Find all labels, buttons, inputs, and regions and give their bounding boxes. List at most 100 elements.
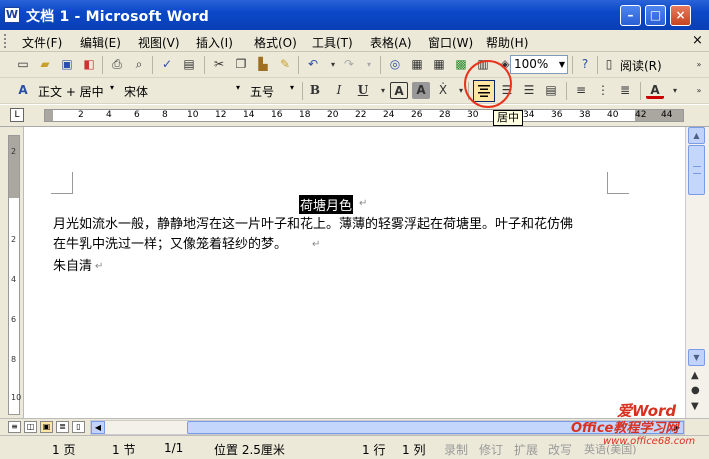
print-icon[interactable]: ⎙ bbox=[108, 56, 126, 73]
web-view-icon[interactable]: ◫ bbox=[24, 421, 37, 433]
format-painter-icon[interactable]: ✎ bbox=[276, 56, 294, 73]
vertical-ruler[interactable]: 2 2 4 6 8 10 bbox=[0, 127, 24, 420]
menu-tools[interactable]: 工具(T) bbox=[312, 34, 353, 51]
char-scale-icon[interactable]: Ẋ bbox=[434, 82, 452, 99]
bullets-icon[interactable]: ≣ bbox=[616, 82, 634, 99]
hyperlink-icon[interactable]: ◎ bbox=[386, 56, 404, 73]
font-select[interactable]: 宋体 bbox=[124, 83, 234, 100]
tab-selector[interactable]: L bbox=[10, 108, 24, 122]
tables-borders-icon[interactable]: ▦ bbox=[408, 56, 426, 73]
char-shading-button[interactable]: A bbox=[412, 82, 430, 99]
font-size-select[interactable]: 五号 bbox=[250, 83, 290, 100]
redo-icon[interactable]: ↷ bbox=[340, 56, 358, 73]
print-preview-icon[interactable]: ⌕ bbox=[130, 56, 148, 73]
font-color-dropdown-icon[interactable]: ▾ bbox=[666, 82, 684, 99]
paragraph-line-1[interactable]: 月光如流水一般，静静地泻在这一片叶子和花上。薄薄的轻雾浮起在荷塘里。叶子和花仿佛 bbox=[53, 215, 573, 235]
ruler-tick: 10 bbox=[187, 110, 199, 120]
vruler-tick: 10 bbox=[11, 393, 22, 402]
ruler-tick: 42 bbox=[635, 110, 647, 120]
ruler-tick: 40 bbox=[607, 110, 619, 120]
italic-button[interactable]: I bbox=[330, 82, 348, 99]
standard-toolbar: ▭ ▰ ▣ ◧ ⎙ ⌕ ✓ ▤ ✂ ❐ ▙ ✎ ↶ ▾ ↷ ▾ ◎ ▦ ▦ ▩ … bbox=[0, 52, 709, 78]
status-track[interactable]: 修订 bbox=[479, 441, 503, 458]
paragraph-mark: ↵ bbox=[95, 261, 104, 272]
scroll-left-icon[interactable]: ◀ bbox=[91, 421, 105, 434]
toolbar-options-icon[interactable]: » bbox=[690, 82, 708, 99]
status-extend[interactable]: 扩展 bbox=[514, 441, 538, 458]
close-document-button[interactable]: × bbox=[692, 33, 703, 48]
permission-icon[interactable]: ◧ bbox=[80, 56, 98, 73]
reading-view-icon[interactable]: ▯ bbox=[72, 421, 85, 433]
ruler-tick: 14 bbox=[243, 110, 255, 120]
toolbar-options-icon[interactable]: » bbox=[690, 56, 708, 73]
cut-icon[interactable]: ✂ bbox=[210, 56, 228, 73]
ruler-tick: 26 bbox=[411, 110, 423, 120]
paste-icon[interactable]: ▙ bbox=[254, 56, 272, 73]
minimize-button[interactable]: – bbox=[620, 5, 641, 26]
menu-edit[interactable]: 编辑(E) bbox=[80, 34, 121, 51]
zoom-select[interactable]: 100% ▼ bbox=[510, 55, 568, 74]
redo-dropdown-icon[interactable]: ▾ bbox=[360, 56, 378, 73]
ruler-tick: 34 bbox=[523, 110, 535, 120]
new-document-icon[interactable]: ▭ bbox=[14, 56, 32, 73]
formatting-toolbar: A 正文 + 居中 ▾ 宋体 ▾ 五号 ▾ B I U ▾ A A Ẋ ▾ ☰ … bbox=[0, 78, 709, 104]
status-overwrite[interactable]: 改写 bbox=[548, 441, 572, 458]
author-line[interactable]: 朱自清 bbox=[53, 257, 92, 277]
next-page-icon[interactable]: ▼ bbox=[691, 401, 699, 412]
zoom-value: 100% bbox=[514, 57, 549, 71]
justify-icon[interactable]: ☰ bbox=[520, 82, 538, 99]
document-page[interactable]: 荷塘月色 ↵ 月光如流水一般，静静地泻在这一片叶子和花上。薄薄的轻雾浮起在荷塘里… bbox=[25, 127, 685, 418]
scroll-up-icon[interactable]: ▲ bbox=[688, 127, 705, 144]
read-mode-icon[interactable]: ▯ bbox=[600, 56, 618, 73]
toolbar-separator bbox=[152, 56, 153, 74]
open-folder-icon[interactable]: ▰ bbox=[36, 56, 54, 73]
save-icon[interactable]: ▣ bbox=[58, 56, 76, 73]
horizontal-ruler[interactable]: 2 4 6 8 10 12 14 16 18 20 22 24 26 28 30… bbox=[44, 109, 684, 122]
outline-view-icon[interactable]: ≣ bbox=[56, 421, 69, 433]
vertical-scrollbar[interactable]: ▲ ▼ ▲ ● ▼ bbox=[685, 127, 709, 420]
chevron-down-icon: ▼ bbox=[558, 60, 565, 69]
toolbar-separator bbox=[380, 56, 381, 74]
menu-file[interactable]: 文件(F) bbox=[22, 34, 62, 51]
vruler-tick: 6 bbox=[11, 315, 17, 324]
scroll-down-icon[interactable]: ▼ bbox=[688, 349, 705, 366]
menu-table[interactable]: 表格(A) bbox=[370, 34, 412, 51]
bold-button[interactable]: B bbox=[306, 82, 324, 99]
ruler-margin-left bbox=[45, 110, 53, 121]
distribute-icon[interactable]: ▤ bbox=[542, 82, 560, 99]
browse-object-icon[interactable]: ● bbox=[691, 385, 700, 396]
toolbar-grip[interactable] bbox=[4, 34, 7, 48]
underline-button[interactable]: U bbox=[354, 82, 372, 99]
insert-table-icon[interactable]: ▦ bbox=[430, 56, 448, 73]
menu-insert[interactable]: 插入(I) bbox=[196, 34, 233, 51]
font-color-button[interactable]: A bbox=[646, 82, 664, 99]
numbering-icon[interactable]: ⋮ bbox=[594, 82, 612, 99]
research-icon[interactable]: ▤ bbox=[180, 56, 198, 73]
ruler-tick: 30 bbox=[467, 110, 479, 120]
spelling-icon[interactable]: ✓ bbox=[158, 56, 176, 73]
print-view-icon[interactable]: ▣ bbox=[40, 421, 53, 433]
close-button[interactable]: × bbox=[670, 5, 691, 26]
undo-icon[interactable]: ↶ bbox=[304, 56, 322, 73]
document-title-selected[interactable]: 荷塘月色 bbox=[299, 195, 354, 214]
ruler-tick: 18 bbox=[299, 110, 311, 120]
paragraph-line-2[interactable]: 在牛乳中洗过一样；又像笼着轻纱的梦。 bbox=[53, 235, 287, 255]
paragraph-mark: ↵ bbox=[312, 239, 321, 250]
read-mode-button[interactable]: 阅读(R) bbox=[620, 57, 662, 74]
previous-page-icon[interactable]: ▲ bbox=[691, 370, 699, 381]
status-record[interactable]: 录制 bbox=[444, 441, 468, 458]
maximize-button[interactable]: □ bbox=[645, 5, 666, 26]
menu-view[interactable]: 视图(V) bbox=[138, 34, 180, 51]
style-select[interactable]: 正文 + 居中 bbox=[38, 83, 118, 100]
char-border-button[interactable]: A bbox=[390, 82, 408, 99]
scroll-thumb[interactable] bbox=[688, 145, 705, 195]
copy-icon[interactable]: ❐ bbox=[232, 56, 250, 73]
menu-window[interactable]: 窗口(W) bbox=[428, 34, 473, 51]
tooltip: 居中 bbox=[493, 110, 523, 126]
styles-icon[interactable]: A bbox=[14, 82, 32, 99]
line-spacing-icon[interactable]: ≡ bbox=[572, 82, 590, 99]
menu-help[interactable]: 帮助(H) bbox=[486, 34, 528, 51]
normal-view-icon[interactable]: ≡ bbox=[8, 421, 21, 433]
menu-format[interactable]: 格式(O) bbox=[254, 34, 297, 51]
help-icon[interactable]: ? bbox=[576, 56, 594, 73]
